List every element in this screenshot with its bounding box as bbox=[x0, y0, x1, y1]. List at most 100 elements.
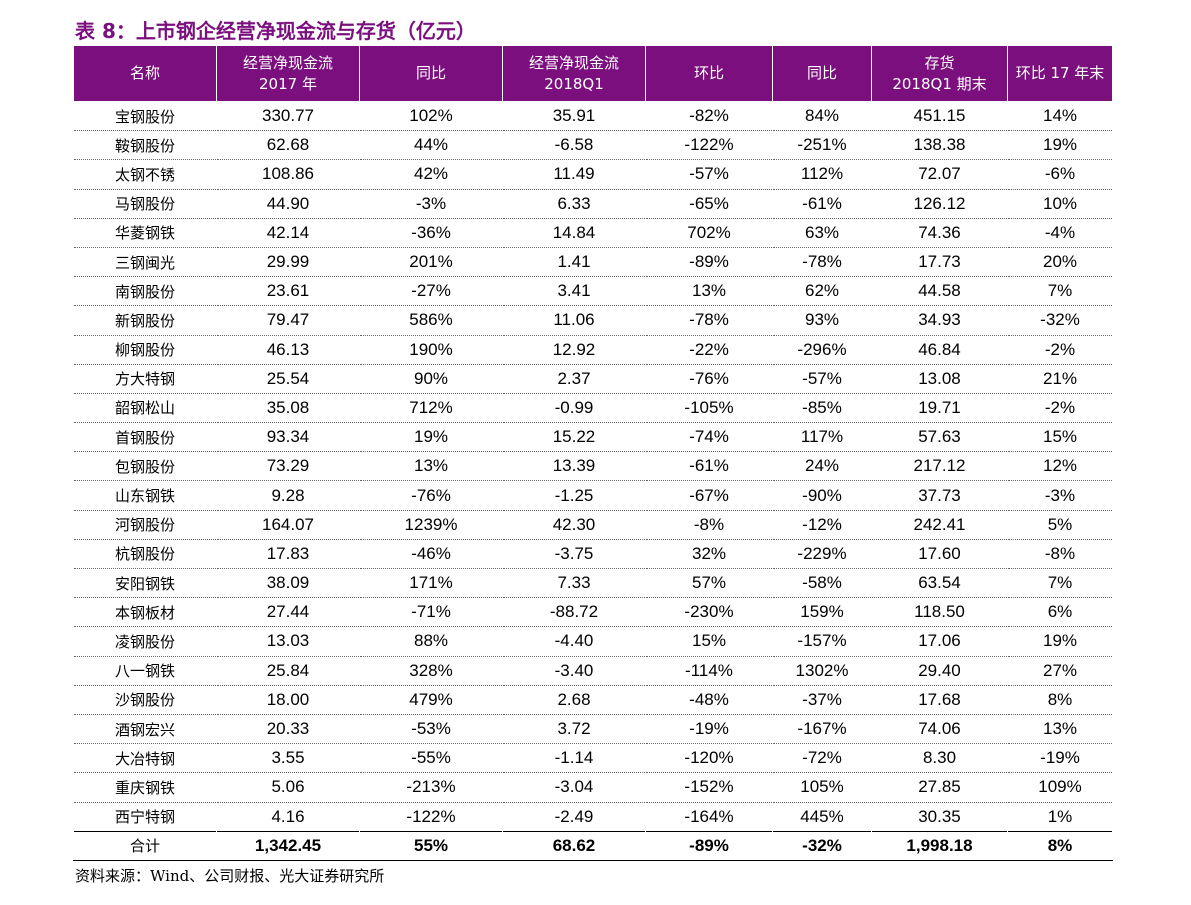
cell-yoy-2017: -27% bbox=[359, 276, 503, 307]
cell-cashflow-2018q1: -3.75 bbox=[502, 539, 646, 570]
table-row: 杭钢股份 17.83 -46% -3.75 32% -229% 17.60 -8% bbox=[73, 539, 1113, 570]
cell-yoy-2018q1: -12% bbox=[772, 510, 872, 540]
cell-yoy-2017: 328% bbox=[359, 656, 503, 686]
cell-qoq: 702% bbox=[645, 218, 773, 248]
table-row: 新钢股份 79.47 586% 11.06 -78% 93% 34.93 -32% bbox=[73, 305, 1113, 336]
cell-inventory-change: -4% bbox=[1007, 218, 1113, 248]
table-row: 八一钢铁 25.84 328% -3.40 -114% 1302% 29.40 27% bbox=[73, 656, 1113, 686]
cell-cashflow-2018q1: -1.25 bbox=[502, 480, 646, 511]
cell-yoy-2018q1: -78% bbox=[772, 247, 872, 278]
cell-inventory: 1,998.18 bbox=[871, 830, 1008, 861]
cell-name: 太钢不锈 bbox=[73, 159, 217, 190]
cell-inventory-change: 8% bbox=[1007, 685, 1113, 715]
cell-yoy-2017: 1239% bbox=[359, 510, 503, 540]
table-row: 鞍钢股份 62.68 44% -6.58 -122% -251% 138.38 19% bbox=[73, 130, 1113, 161]
table-row: 华菱钢铁 42.14 -36% 14.84 702% 63% 74.36 -4% bbox=[73, 218, 1113, 248]
cell-cashflow-2017: 93.34 bbox=[216, 422, 360, 453]
cell-yoy-2017: -71% bbox=[359, 597, 503, 628]
cell-qoq: 13% bbox=[645, 276, 773, 307]
cell-cashflow-2017: 27.44 bbox=[216, 597, 360, 628]
total-row: 合计 1,342.45 55% 68.62 -89% -32% 1,998.18 8% bbox=[73, 830, 1113, 861]
cell-inventory-change: 109% bbox=[1007, 772, 1113, 803]
cell-qoq: -65% bbox=[645, 189, 773, 219]
table-row: 三钢闽光 29.99 201% 1.41 -89% -78% 17.73 20% bbox=[73, 247, 1113, 278]
cell-name: 方大特钢 bbox=[73, 364, 217, 394]
cell-qoq: 32% bbox=[645, 539, 773, 570]
cell-qoq: -57% bbox=[645, 159, 773, 190]
header-name: 名称 bbox=[73, 45, 217, 102]
cell-cashflow-2018q1: -3.40 bbox=[502, 656, 646, 686]
table-row: 韶钢松山 35.08 712% -0.99 -105% -85% 19.71 -2% bbox=[73, 393, 1113, 424]
header-inventory-change: 环比 17 年末 bbox=[1007, 45, 1113, 102]
cell-inventory: 74.36 bbox=[871, 218, 1008, 248]
cell-qoq: -78% bbox=[645, 305, 773, 336]
cell-cashflow-2018q1: 1.41 bbox=[502, 247, 646, 278]
cell-inventory-change: 8% bbox=[1007, 830, 1113, 861]
header-row: 名称 经营净现金流 2017 年 同比 经营净现金流 2018Q1 环比 同比 存货… bbox=[73, 45, 1113, 102]
cell-yoy-2018q1: -251% bbox=[772, 130, 872, 161]
cell-qoq: -89% bbox=[645, 247, 773, 278]
cell-inventory: 44.58 bbox=[871, 276, 1008, 307]
table-row: 马钢股份 44.90 -3% 6.33 -65% -61% 126.12 10% bbox=[73, 189, 1113, 219]
cell-qoq: -230% bbox=[645, 597, 773, 628]
cell-cashflow-2018q1: 42.30 bbox=[502, 510, 646, 540]
cell-inventory: 451.15 bbox=[871, 101, 1008, 132]
cell-inventory-change: 20% bbox=[1007, 247, 1113, 278]
cell-yoy-2018q1: -229% bbox=[772, 539, 872, 570]
cell-inventory: 8.30 bbox=[871, 743, 1008, 774]
cell-name: 西宁特钢 bbox=[73, 802, 217, 832]
cell-inventory: 126.12 bbox=[871, 189, 1008, 219]
cell-yoy-2017: 13% bbox=[359, 451, 503, 482]
cell-yoy-2017: 190% bbox=[359, 335, 503, 365]
cell-cashflow-2017: 23.61 bbox=[216, 276, 360, 307]
cell-yoy-2017: 586% bbox=[359, 305, 503, 336]
cashflow-inventory-table: 名称 经营净现金流 2017 年 同比 经营净现金流 2018Q1 环比 同比 存货… bbox=[73, 45, 1113, 861]
cell-yoy-2018q1: -90% bbox=[772, 480, 872, 511]
cell-name: 安阳钢铁 bbox=[73, 568, 217, 599]
cell-cashflow-2017: 25.84 bbox=[216, 656, 360, 686]
cell-qoq: -19% bbox=[645, 714, 773, 745]
table-title: 表 8：上市钢企经营净现金流与存货（亿元） bbox=[75, 19, 476, 43]
cell-yoy-2017: 712% bbox=[359, 393, 503, 424]
cell-cashflow-2017: 3.55 bbox=[216, 743, 360, 774]
cell-cashflow-2017: 5.06 bbox=[216, 772, 360, 803]
cell-cashflow-2018q1: -88.72 bbox=[502, 597, 646, 628]
cell-yoy-2017: 55% bbox=[359, 830, 503, 861]
cell-inventory-change: -3% bbox=[1007, 480, 1113, 511]
table-row: 柳钢股份 46.13 190% 12.92 -22% -296% 46.84 -2% bbox=[73, 335, 1113, 365]
cell-inventory: 242.41 bbox=[871, 510, 1008, 540]
header-inventory: 存货 2018Q1 期末 bbox=[871, 45, 1008, 102]
cell-cashflow-2018q1: 12.92 bbox=[502, 335, 646, 365]
cell-cashflow-2017: 35.08 bbox=[216, 393, 360, 424]
table-row: 南钢股份 23.61 -27% 3.41 13% 62% 44.58 7% bbox=[73, 276, 1113, 307]
cell-qoq: -48% bbox=[645, 685, 773, 715]
cell-yoy-2018q1: 105% bbox=[772, 772, 872, 803]
cell-cashflow-2018q1: 68.62 bbox=[502, 830, 646, 861]
cell-inventory-change: 12% bbox=[1007, 451, 1113, 482]
cell-cashflow-2017: 108.86 bbox=[216, 159, 360, 190]
cell-cashflow-2018q1: 13.39 bbox=[502, 451, 646, 482]
cell-inventory: 217.12 bbox=[871, 451, 1008, 482]
table-row: 太钢不锈 108.86 42% 11.49 -57% 112% 72.07 -6% bbox=[73, 159, 1113, 190]
cell-inventory: 57.63 bbox=[871, 422, 1008, 453]
cell-yoy-2018q1: -57% bbox=[772, 364, 872, 394]
cell-cashflow-2018q1: -6.58 bbox=[502, 130, 646, 161]
cell-cashflow-2018q1: 6.33 bbox=[502, 189, 646, 219]
cell-yoy-2017: 19% bbox=[359, 422, 503, 453]
table-row: 大冶特钢 3.55 -55% -1.14 -120% -72% 8.30 -19% bbox=[73, 743, 1113, 774]
cell-inventory-change: -19% bbox=[1007, 743, 1113, 774]
cell-inventory-change: -2% bbox=[1007, 393, 1113, 424]
cell-yoy-2018q1: -296% bbox=[772, 335, 872, 365]
cell-cashflow-2017: 25.54 bbox=[216, 364, 360, 394]
cell-name: 南钢股份 bbox=[73, 276, 217, 307]
cell-cashflow-2018q1: -4.40 bbox=[502, 626, 646, 657]
cell-qoq: -114% bbox=[645, 656, 773, 686]
cell-cashflow-2017: 330.77 bbox=[216, 101, 360, 132]
cell-cashflow-2018q1: -1.14 bbox=[502, 743, 646, 774]
table-row: 沙钢股份 18.00 479% 2.68 -48% -37% 17.68 8% bbox=[73, 685, 1113, 715]
table-row: 首钢股份 93.34 19% 15.22 -74% 117% 57.63 15% bbox=[73, 422, 1113, 453]
cell-name: 大冶特钢 bbox=[73, 743, 217, 774]
cell-name: 包钢股份 bbox=[73, 451, 217, 482]
cell-cashflow-2018q1: 7.33 bbox=[502, 568, 646, 599]
cell-yoy-2018q1: 84% bbox=[772, 101, 872, 132]
